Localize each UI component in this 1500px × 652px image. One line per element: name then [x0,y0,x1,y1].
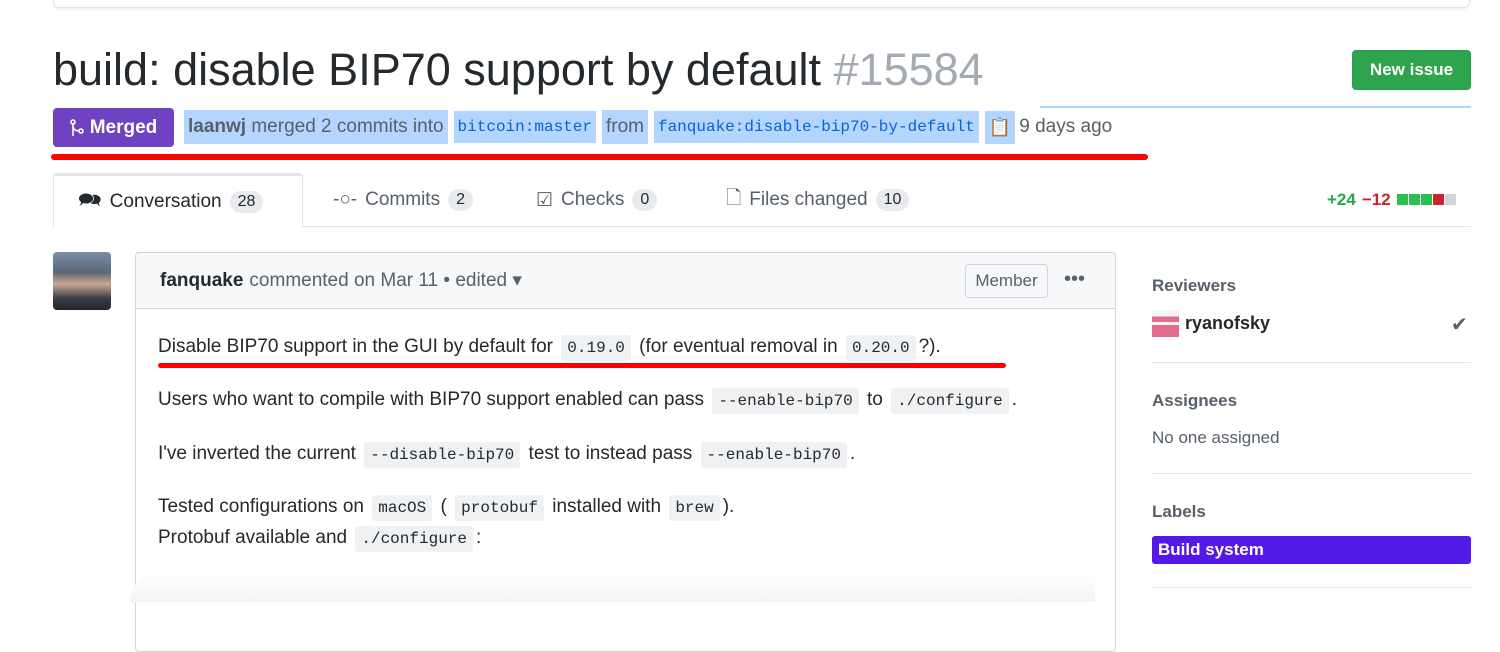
inline-code: ./configure [355,526,473,552]
text: Tested configurations on [158,496,364,517]
text: . [849,443,856,464]
inline-code: --enable-bip70 [712,388,859,414]
comment-paragraph: Protobuf available and ./configure: [158,526,482,552]
comment-paragraph: Users who want to compile with BIP70 sup… [158,388,1018,414]
merge-time: 9 days ago [1019,116,1113,137]
page-title: build: disable BIP70 support by default … [53,44,984,96]
comment-paragraph: Disable BIP70 support in the GUI by defa… [158,335,941,361]
clipboard-icon[interactable]: 📋 [984,110,1016,144]
assignees-value: No one assigned [1152,428,1280,447]
assignees-heading[interactable]: Assignees [1152,391,1237,411]
inline-code: brew [669,495,720,521]
inline-code: macOS [372,495,433,521]
member-badge: Member [965,264,1048,298]
tab-label: Files changed [749,189,868,210]
comment-paragraph: I've inverted the current --disable-bip7… [158,442,856,468]
comment-icon: 🗪 [78,189,102,211]
divider [1152,362,1471,363]
base-branch[interactable]: bitcoin:master [449,107,600,147]
text: ( [440,496,447,517]
tab-label: Conversation [109,190,222,212]
labels-heading[interactable]: Labels [1152,502,1206,522]
inline-code: 0.19.0 [561,335,631,361]
from-text: from [601,110,648,144]
new-issue-button[interactable]: New issue [1352,50,1471,90]
text: ). [722,496,735,517]
text: (for eventual removal in [639,336,838,357]
reviewers-heading[interactable]: Reviewers [1152,276,1236,296]
tab-bar: 🗪 Conversation 28 -○- Commits 2 ☑ Checks 0 🗋 Fi… [53,173,1471,228]
label-build-system[interactable]: Build system [1152,536,1471,564]
more-options-icon[interactable]: ••• [1064,268,1085,291]
comment-paragraph: Tested configurations on macOS ( protobu… [158,495,735,521]
inline-code: --enable-bip70 [700,442,847,468]
text: Users who want to compile with BIP70 sup… [158,389,705,410]
head-branch[interactable]: fanquake:disable-bip70-by-default [649,107,983,147]
title-text: build: disable BIP70 support by default [53,44,822,95]
text: ?). [918,336,941,357]
selection-highlight [1040,106,1471,108]
text: Disable BIP70 support in the GUI by defa… [158,336,553,357]
tab-label: Checks [561,189,625,210]
deletions-count: −12 [1361,190,1391,209]
reviewer-name[interactable]: ryanofsky [1185,313,1270,334]
diffstat: +24 −12 [1327,190,1457,210]
tab-files-changed[interactable]: 🗋 Files changed 10 [726,173,910,227]
tab-label: Commits [365,189,441,210]
edited-dropdown[interactable]: • edited ▾ [443,269,522,292]
file-diff-icon: 🗋 [726,188,742,209]
diffstat-block-red [1432,194,1444,205]
diffstat-block-green [1396,194,1408,205]
tab-counter: 0 [632,189,658,211]
tab-conversation[interactable]: 🗪 Conversation 28 [53,173,303,228]
additions-count: +24 [1327,190,1356,209]
pr-meta: laanwj merged 2 commits into bitcoin:mas… [184,107,1113,147]
merge-action: merged 2 commits into [251,116,444,137]
top-container [53,0,1470,8]
check-icon: ✔ [1451,314,1468,336]
comment-author[interactable]: fanquake [160,270,243,292]
divider [1152,587,1471,588]
tab-checks[interactable]: ☑ Checks 0 [536,173,658,227]
inline-code: 0.20.0 [846,335,916,361]
status-badge: Merged [53,108,174,147]
merge-icon [69,118,84,136]
tab-commits[interactable]: -○- Commits 2 [333,173,473,227]
pr-number: #15584 [833,44,984,95]
inline-code: --disable-bip70 [364,442,521,468]
merger-link[interactable]: laanwj [188,116,246,137]
diffstat-block-green [1408,194,1420,205]
diffstat-blocks [1396,190,1457,210]
text: to [867,389,883,410]
status-text: Merged [89,116,158,138]
divider [1152,473,1471,474]
checklist-icon: ☑ [536,189,554,211]
red-annotation-underline [51,154,1148,160]
code-block-edge [130,572,1095,602]
tab-counter: 2 [448,189,473,211]
red-annotation-underline [158,363,1006,368]
diffstat-block-green [1420,194,1432,205]
text: test to instead pass [528,443,693,464]
inline-code: protobuf [455,495,544,521]
text: I've inverted the current [158,443,356,464]
author-avatar[interactable] [53,252,111,310]
text: installed with [552,496,662,517]
comment-date[interactable]: commented on Mar 11 [249,270,438,292]
tab-counter: 10 [875,189,910,211]
commit-icon: -○- [333,189,358,210]
text: Protobuf available and [158,527,348,548]
reviewer-avatar [1152,310,1179,337]
diffstat-block-gray [1444,194,1456,205]
tab-counter: 28 [229,190,264,213]
inline-code: ./configure [891,388,1009,414]
text: . [1011,389,1018,410]
text: : [476,527,482,548]
